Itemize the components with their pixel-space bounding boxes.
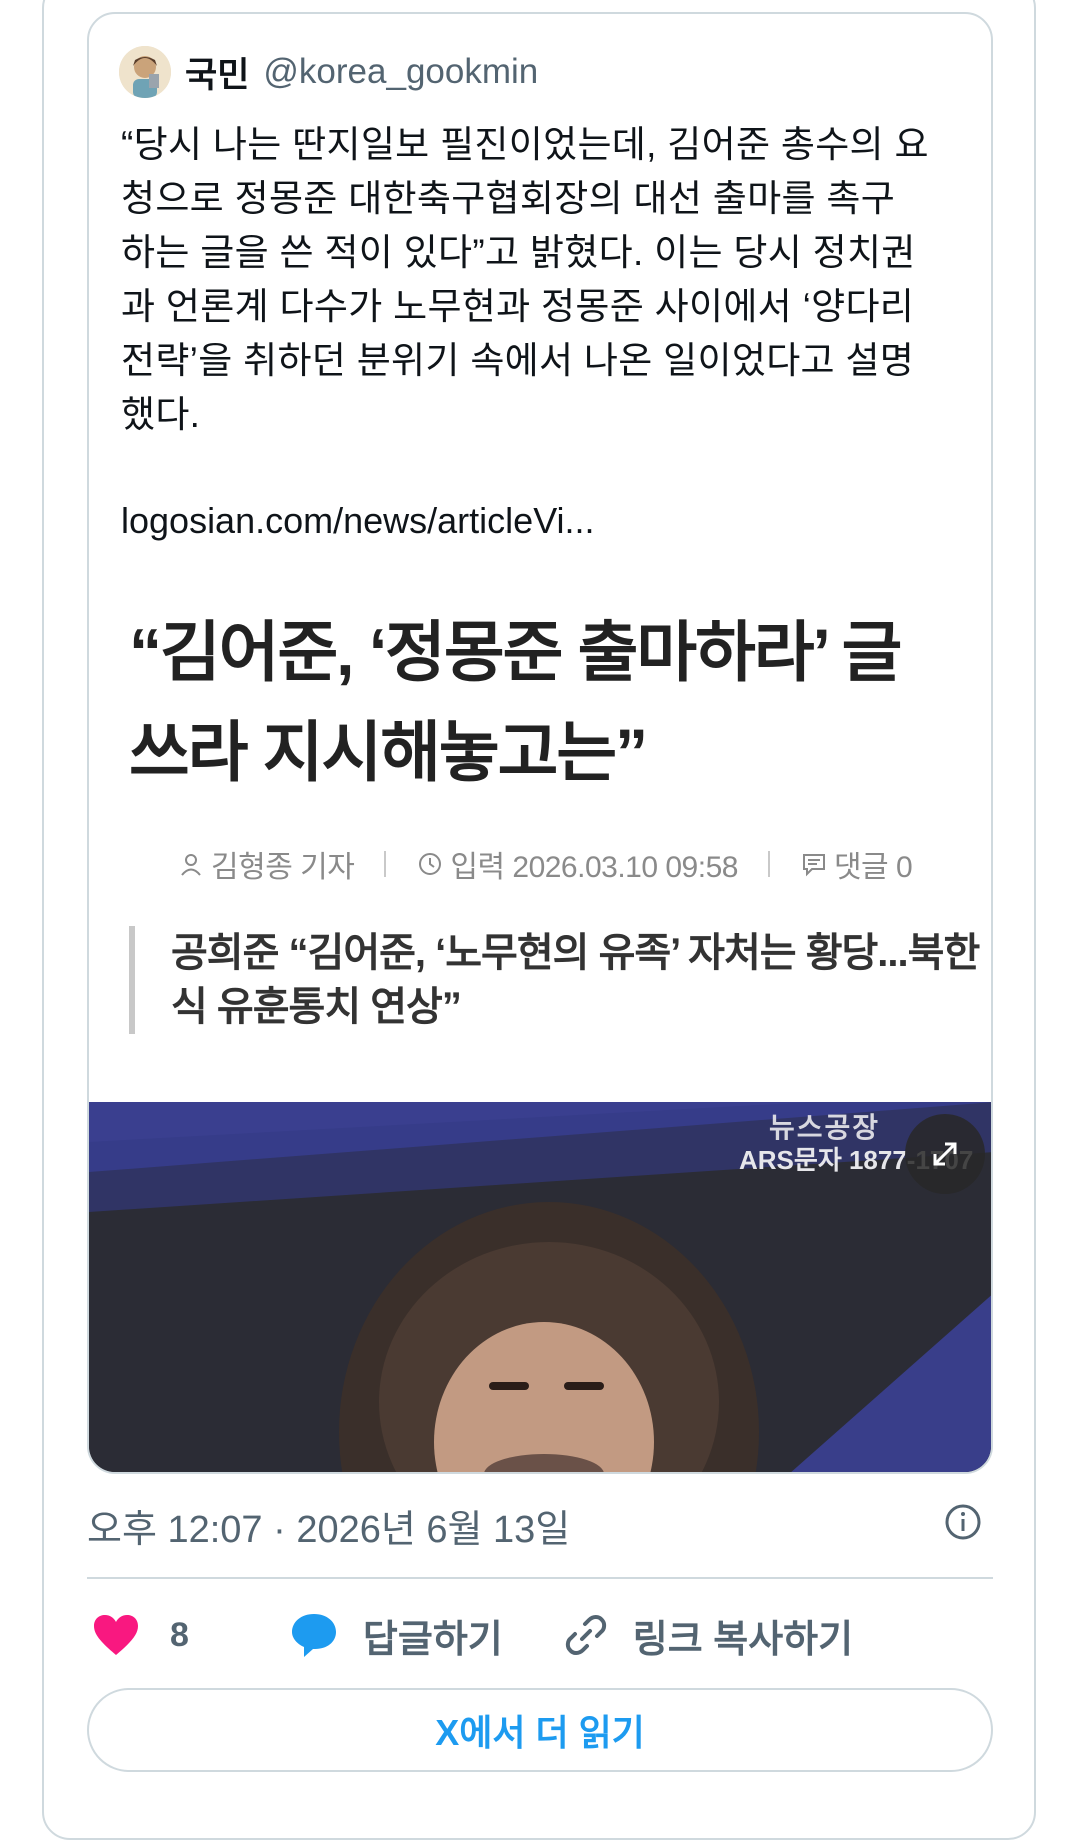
link-icon [565, 1615, 606, 1655]
tweet-link[interactable]: logosian.com/news/articleVi... [121, 500, 595, 542]
article-headline: “김어준, ‘정몽준 출마하라’ 글 쓰라 지시해놓고는” [129, 615, 902, 789]
action-bar: 8 답글하기 링크 복사하기 [92, 1605, 913, 1665]
input-date: 입력 2026.03.10 09:58 [416, 842, 738, 886]
heart-icon [94, 1615, 138, 1655]
tweet-text: “당시 나는 딴지일보 필진이었는데, 김어준 총수의 요 청으로 정몽준 대한… [121, 124, 929, 435]
info-icon[interactable] [944, 1503, 982, 1541]
reply-button[interactable]: 답글하기 [289, 1608, 503, 1663]
like-count: 8 [170, 1615, 189, 1654]
article-subheadline: 공희준 “김어준, ‘노무현의 유족’ 자처는 황당...북한식 유훈통치 연상… [129, 926, 991, 1034]
meta-separator [384, 851, 387, 877]
comments-text: 댓글 0 [833, 851, 913, 884]
input-date-text: 입력 2026.03.10 09:58 [450, 851, 738, 884]
copy-link-button[interactable]: 링크 복사하기 [563, 1608, 853, 1663]
comments: 댓글 0 [800, 842, 913, 886]
expand-image-button[interactable] [905, 1114, 985, 1194]
comment-icon [802, 854, 825, 877]
author-name[interactable]: 국민 [185, 47, 249, 98]
copy-link-label: 링크 복사하기 [632, 1618, 854, 1661]
article-meta: 김형종 기자 입력 2026.03.10 09:58 댓글 0 [177, 842, 913, 886]
tweet-timestamp[interactable]: 오후 12:07 · 2026년 6월 13일 [87, 1498, 570, 1553]
author-handle[interactable]: @korea_gookmin [263, 52, 538, 92]
divider [87, 1577, 993, 1579]
reply-label: 답글하기 [362, 1618, 503, 1661]
reply-bubble-icon [291, 1614, 336, 1657]
article-photo[interactable]: 뉴스공장 ARS문자 1877-1707 [89, 1102, 991, 1472]
clock-icon [419, 853, 442, 875]
reporter: 김형종 기자 [177, 842, 355, 886]
expand-icon [933, 1142, 957, 1166]
meta-separator [767, 851, 770, 877]
reporter-name: 김형종 기자 [211, 851, 355, 884]
read-more-on-x-button[interactable]: X에서 더 읽기 [87, 1688, 993, 1772]
author-row[interactable]: 국민 @korea_gookmin [119, 44, 538, 100]
like-button[interactable]: 8 [92, 1613, 189, 1657]
person-icon [181, 854, 201, 876]
avatar[interactable] [119, 46, 171, 98]
quoted-tweet-card[interactable]: 국민 @korea_gookmin “당시 나는 딴지일보 필진이었는데, 김어… [87, 12, 993, 1474]
